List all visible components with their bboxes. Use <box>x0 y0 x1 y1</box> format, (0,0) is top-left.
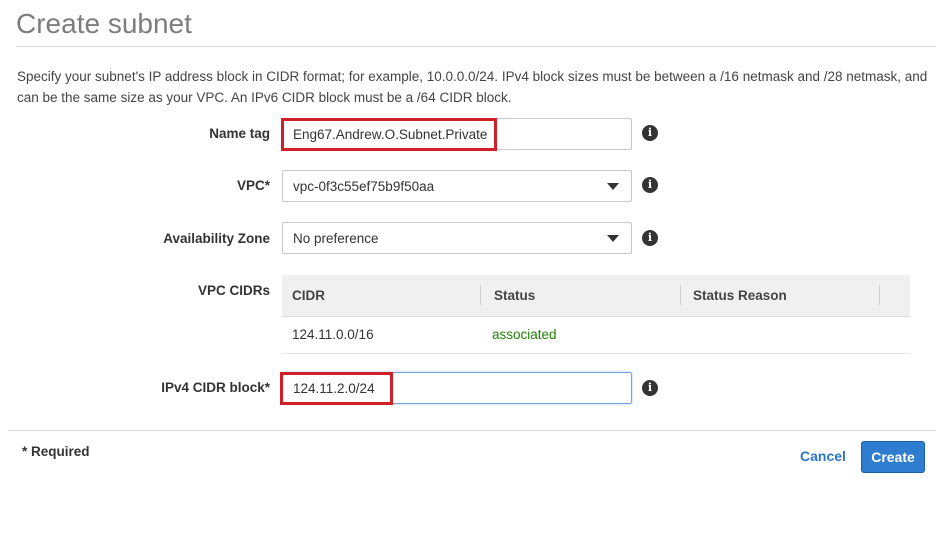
availability-zone-selected-value: No preference <box>293 231 379 246</box>
column-divider <box>480 285 481 305</box>
title-divider <box>16 46 936 47</box>
ipv4-cidr-highlight <box>280 372 393 405</box>
name-tag-label: Name tag <box>209 126 270 141</box>
table-row: 124.11.0.0/16 associated <box>282 317 910 354</box>
vpc-cidrs-table: CIDR Status Status Reason 124.11.0.0/16 … <box>282 275 910 354</box>
name-tag-highlight <box>281 118 497 151</box>
info-circle-icon[interactable]: i <box>642 177 658 193</box>
footer-divider <box>8 430 936 431</box>
vpc-select[interactable]: vpc-0f3c55ef75b9f50aa <box>282 170 632 202</box>
vpc-selected-value: vpc-0f3c55ef75b9f50aa <box>293 179 435 194</box>
info-circle-icon[interactable]: i <box>642 380 658 396</box>
caret-down-icon <box>607 235 619 242</box>
create-subnet-page: Create subnet Specify your subnet's IP a… <box>0 0 940 551</box>
create-button[interactable]: Create <box>861 441 925 473</box>
page-title: Create subnet <box>16 8 192 39</box>
ipv4-cidr-label: IPv4 CIDR block* <box>161 380 270 395</box>
cancel-button[interactable]: Cancel <box>800 448 846 464</box>
column-divider <box>680 285 681 305</box>
page-description: Specify your subnet's IP address block i… <box>17 69 928 105</box>
info-circle-icon[interactable]: i <box>642 125 658 141</box>
vpc-label: VPC* <box>236 178 270 193</box>
cell-cidr: 124.11.0.0/16 <box>292 327 374 342</box>
table-header: CIDR Status Status Reason <box>282 275 910 317</box>
cell-status: associated <box>492 327 557 342</box>
column-header-status: Status <box>494 288 536 303</box>
column-header-cidr: CIDR <box>292 288 325 303</box>
required-note: * Required <box>22 444 90 459</box>
vpc-cidrs-label: VPC CIDRs <box>197 283 270 298</box>
column-divider <box>879 285 880 305</box>
availability-zone-label: Availability Zone <box>163 231 270 246</box>
column-header-status-reason: Status Reason <box>693 288 787 303</box>
availability-zone-select[interactable]: No preference <box>282 222 632 254</box>
caret-down-icon <box>607 183 619 190</box>
info-circle-icon[interactable]: i <box>642 230 658 246</box>
